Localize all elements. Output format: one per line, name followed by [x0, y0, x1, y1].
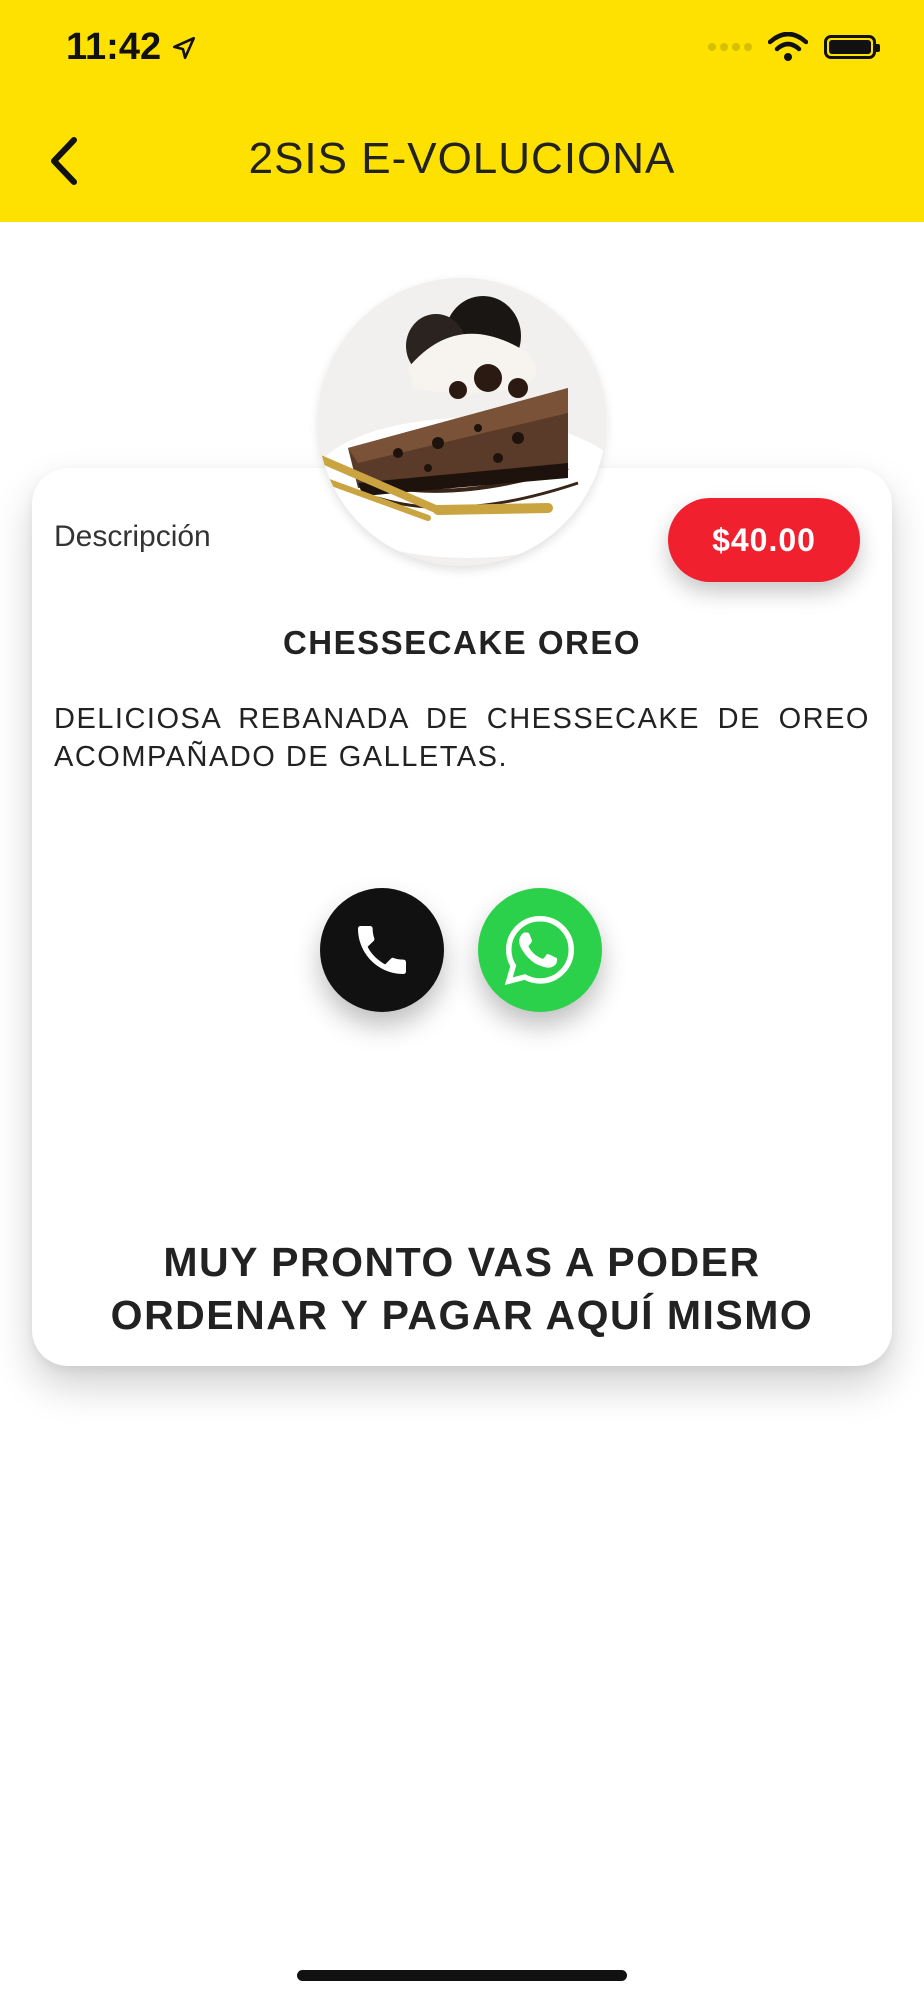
cellular-signal-icon — [708, 43, 752, 51]
whatsapp-icon — [504, 915, 575, 986]
product-description: DELICIOSA REBANADA DE CHESSECAKE DE OREO… — [54, 703, 870, 773]
phone-icon — [358, 926, 406, 974]
product-name: CHESSECAKE OREO — [282, 624, 642, 661]
app-header: 11:42 2SIS E-VOLUCIONA — [0, 0, 924, 222]
call-button[interactable] — [320, 888, 444, 1012]
product-image — [318, 278, 606, 566]
status-time: 11:42 — [66, 26, 162, 68]
status-bar-right — [708, 32, 880, 62]
page-title: 2SIS E-VOLUCIONA — [248, 134, 676, 183]
coming-soon-line-2: ORDENAR Y PAGAR AQUÍ MISMO — [110, 1292, 814, 1338]
coming-soon-message: MUY PRONTO VAS A PODER ORDENAR Y PAGAR A… — [60, 1236, 864, 1342]
description-label: Descripción — [54, 520, 211, 553]
product-card — [32, 468, 892, 1366]
coming-soon-line-1: MUY PRONTO VAS A PODER — [163, 1239, 761, 1285]
status-bar-left: 11:42 — [66, 26, 197, 69]
home-indicator[interactable] — [297, 1970, 627, 1981]
cheesecake-photo — [318, 278, 606, 566]
location-arrow-icon — [173, 36, 196, 59]
battery-icon — [824, 35, 880, 59]
price-badge: $40.00 — [668, 498, 860, 582]
whatsapp-button[interactable] — [478, 888, 602, 1012]
wifi-icon — [768, 32, 808, 61]
